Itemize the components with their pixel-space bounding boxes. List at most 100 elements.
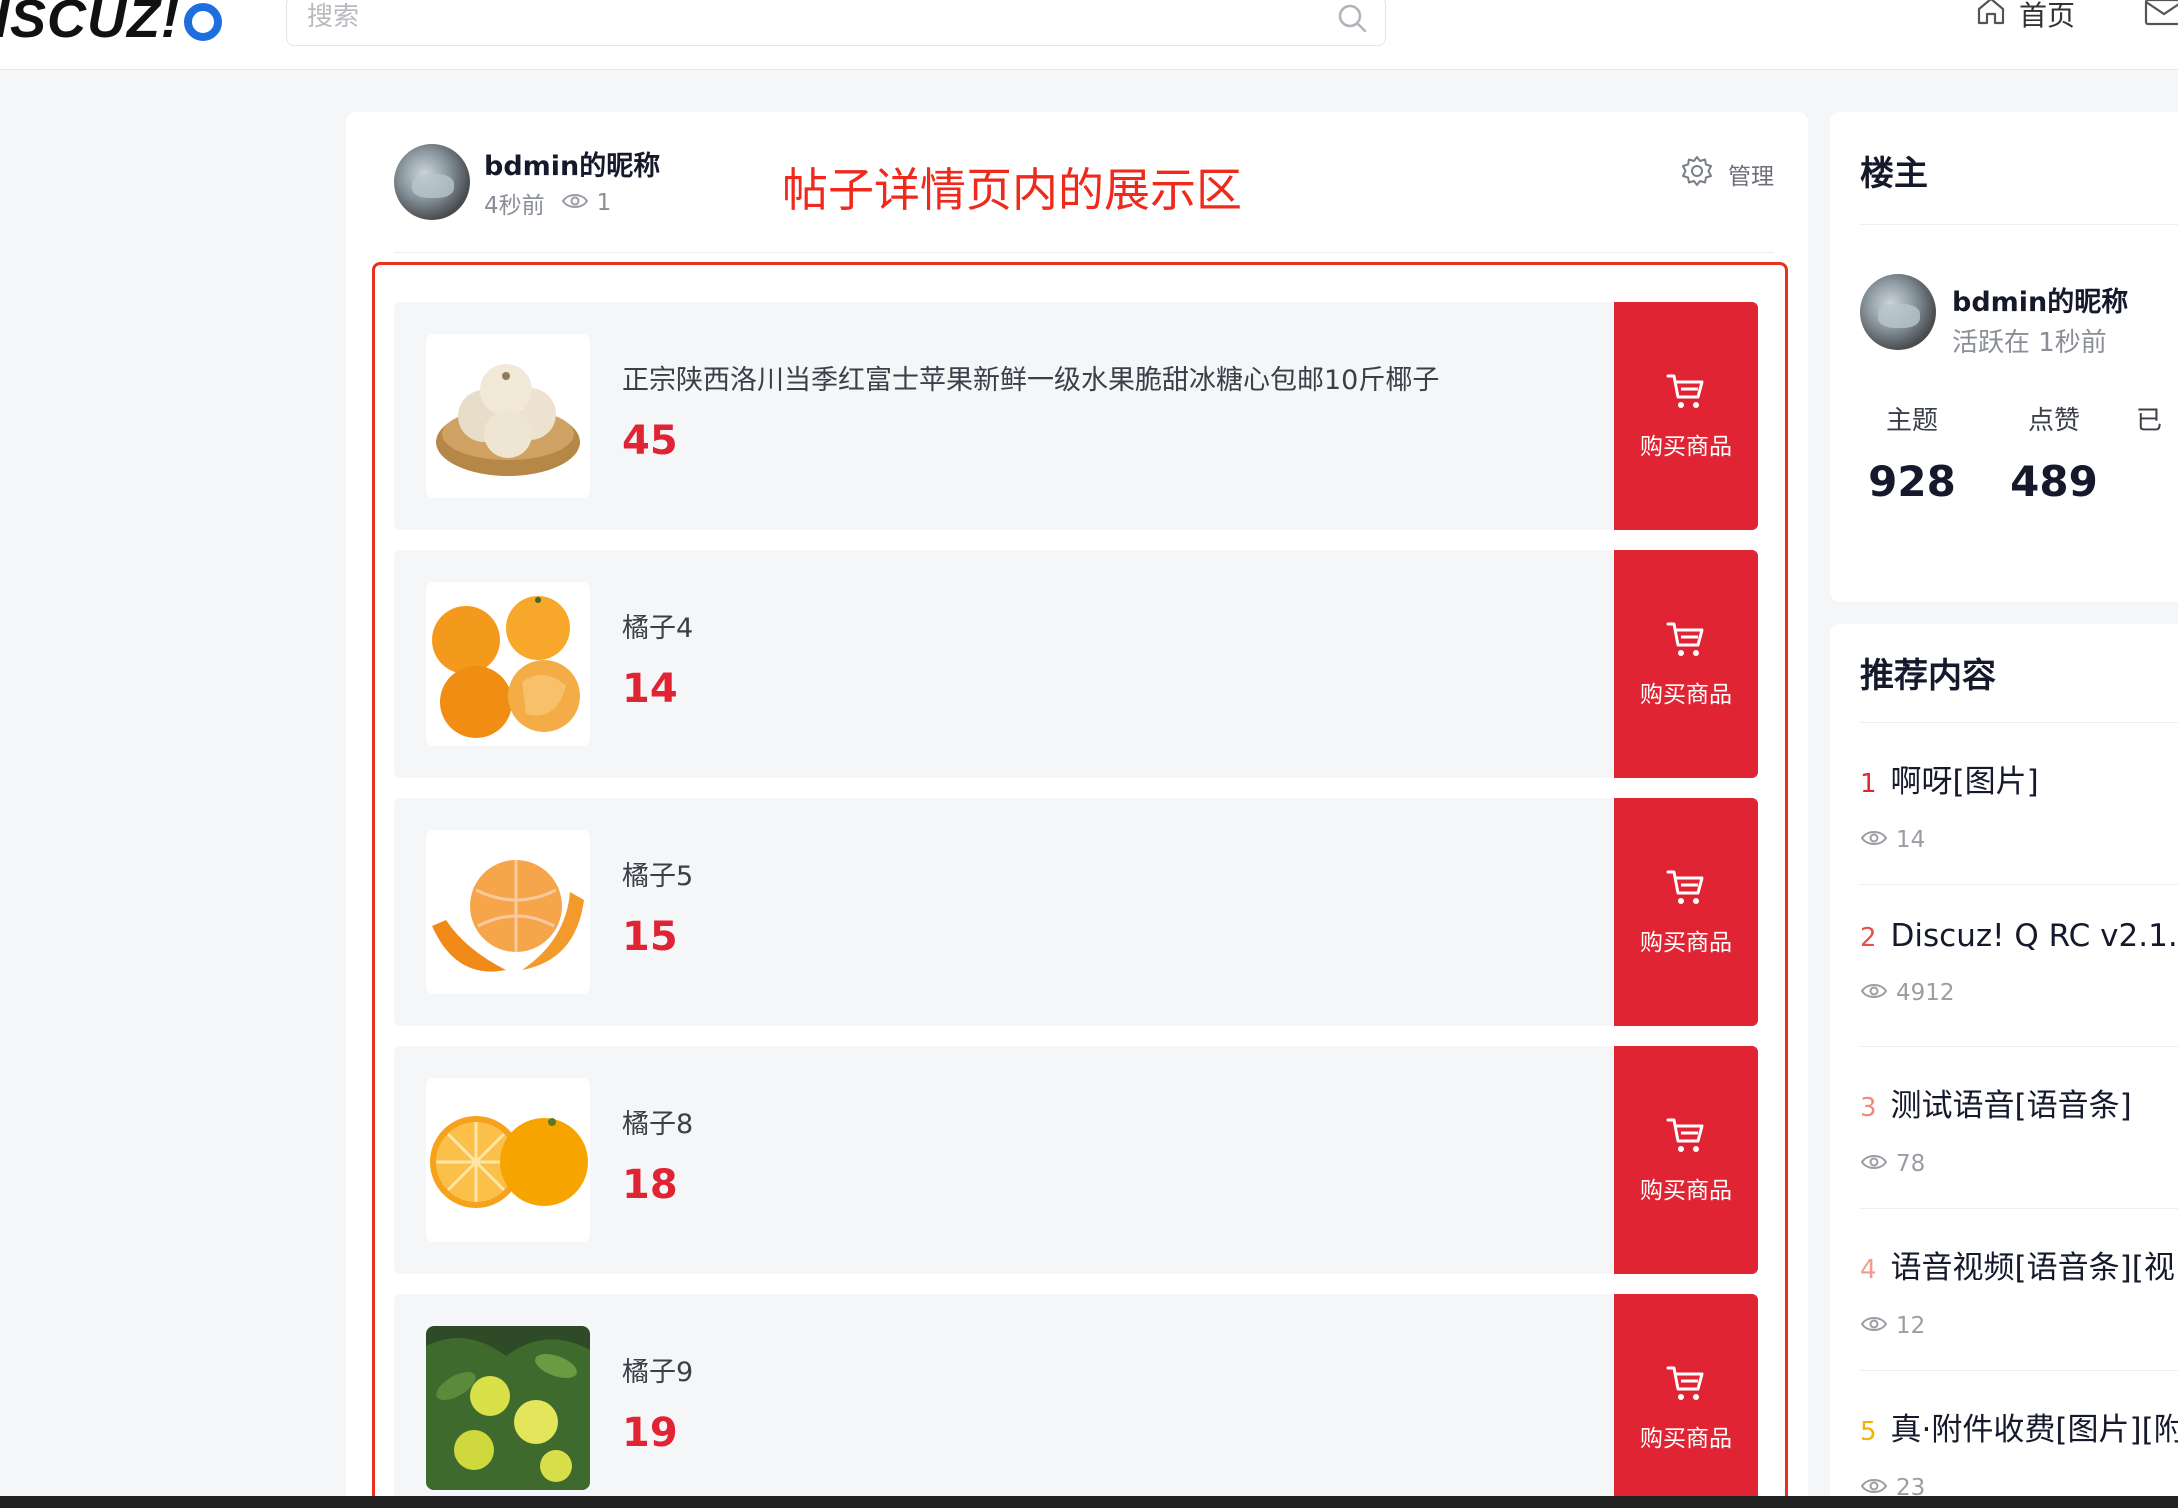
gear-icon <box>1680 154 1714 194</box>
buy-button[interactable]: 购买商品 <box>1614 798 1758 1026</box>
buy-button-label: 购买商品 <box>1640 930 1732 956</box>
stat-topics[interactable]: 主题 928 <box>1852 400 1972 506</box>
recommend-item[interactable]: 1 啊呀[图片] 14 <box>1860 756 2178 853</box>
owner-card-divider <box>1860 224 2178 225</box>
recommend-divider <box>1860 1208 2178 1209</box>
cart-icon <box>1665 1115 1707 1161</box>
product-title[interactable]: 正宗陕西洛川当季红富士苹果新鲜一级水果脆甜冰糖心包邮10斤椰子 <box>622 358 1439 397</box>
cart-icon <box>1665 371 1707 417</box>
recommend-title[interactable]: 啊呀[图片] <box>1891 756 2039 801</box>
logo-q-icon <box>183 3 222 41</box>
view-count-value: 1 <box>596 190 612 216</box>
eye-icon <box>1860 1313 1888 1339</box>
product-price: 45 <box>622 418 678 464</box>
recommend-item[interactable]: 2 Discuz! Q RC v2.1.2 4912 <box>1860 918 2178 1006</box>
owner-card-title: 楼主 <box>1860 154 1928 194</box>
rank-number: 3 <box>1860 1093 1877 1123</box>
search-input[interactable] <box>307 0 1307 37</box>
recommend-item[interactable]: 5 真·附件收费[图片][附 23 <box>1860 1404 2178 1501</box>
product-title[interactable]: 橘子8 <box>622 1102 693 1141</box>
recommend-divider <box>1860 722 2178 723</box>
owner-name[interactable]: bdmin的昵称 <box>1952 280 2128 319</box>
buy-button[interactable]: 购买商品 <box>1614 1046 1758 1274</box>
stat-likes[interactable]: 点赞 489 <box>1994 400 2114 506</box>
recommend-item[interactable]: 3 测试语音[语音条] 78 <box>1860 1080 2178 1177</box>
owner-active-status: 活跃在 1秒前 <box>1952 328 2107 358</box>
nav-home-label: 首页 <box>2019 0 2076 32</box>
buy-button[interactable]: 购买商品 <box>1614 1294 1758 1508</box>
eye-icon <box>1860 980 1888 1006</box>
post-header: bdmin的昵称 4秒前 1 帖子详情页内的展示区 管理 <box>394 142 1774 252</box>
product-image-coconut[interactable] <box>426 334 590 498</box>
stat-value: 928 <box>1868 457 1956 506</box>
eye-icon <box>1860 827 1888 853</box>
search-box[interactable] <box>286 0 1386 46</box>
mail-icon[interactable] <box>2144 0 2178 32</box>
manage-button[interactable]: 管理 <box>1680 154 1774 194</box>
product-card[interactable]: 橘子8 18 购买商品 <box>394 1046 1758 1274</box>
bottom-taskbar-strip <box>0 1496 2178 1508</box>
product-image-peeled-tangerine[interactable] <box>426 830 590 994</box>
product-title[interactable]: 橘子4 <box>622 606 693 645</box>
recommend-divider <box>1860 1370 2178 1371</box>
product-card[interactable]: 正宗陕西洛川当季红富士苹果新鲜一级水果脆甜冰糖心包邮10斤椰子 45 购买商品 <box>394 302 1758 530</box>
stat-label: 点赞 <box>2027 406 2080 436</box>
cart-icon <box>1665 1363 1707 1409</box>
recommend-views: 14 <box>1896 827 1926 853</box>
author-name[interactable]: bdmin的昵称 <box>484 144 660 183</box>
recommend-card: 推荐内容 1 啊呀[图片] 14 2 Discuz! Q RC v2.1.2 491… <box>1830 624 2178 1508</box>
view-count: 1 <box>561 190 612 216</box>
recommend-divider <box>1860 1046 2178 1047</box>
post-detail-card: bdmin的昵称 4秒前 1 帖子详情页内的展示区 管理 正宗陕西洛川当季红富士… <box>346 112 1808 1508</box>
recommend-item[interactable]: 4 语音视频[语音条][视 12 <box>1860 1242 2178 1339</box>
product-price: 15 <box>622 914 678 960</box>
post-time: 4秒前 <box>484 193 545 219</box>
buy-button[interactable]: 购买商品 <box>1614 302 1758 530</box>
product-card[interactable]: 橘子9 19 购买商品 <box>394 1294 1758 1508</box>
owner-avatar[interactable] <box>1860 274 1936 350</box>
top-bar: ISCUZ! 首页 <box>0 0 2178 70</box>
stat-label: 主题 <box>1885 406 1938 436</box>
recommend-title[interactable]: 真·附件收费[图片][附 <box>1891 1404 2178 1449</box>
manage-label: 管理 <box>1728 164 1774 190</box>
search-icon[interactable] <box>1335 1 1371 41</box>
buy-button-label: 购买商品 <box>1640 1178 1732 1204</box>
recommend-title[interactable]: Discuz! Q RC v2.1.2 <box>1891 918 2178 954</box>
buy-button-label: 购买商品 <box>1640 682 1732 708</box>
owner-card: 楼主 bdmin的昵称 活跃在 1秒前 主题 928 点赞 489 已 <box>1830 112 2178 602</box>
product-price: 18 <box>622 1162 678 1208</box>
product-title[interactable]: 橘子9 <box>622 1350 693 1389</box>
rank-number: 1 <box>1860 769 1877 799</box>
discuz-logo[interactable]: ISCUZ! <box>0 0 222 50</box>
recommend-views: 78 <box>1896 1151 1926 1177</box>
buy-button[interactable]: 购买商品 <box>1614 550 1758 778</box>
post-meta: 4秒前 1 <box>484 186 611 220</box>
recommend-title[interactable]: 测试语音[语音条] <box>1891 1080 2132 1125</box>
buy-button-label: 购买商品 <box>1640 434 1732 460</box>
cart-icon <box>1665 867 1707 913</box>
product-price: 19 <box>622 1410 678 1456</box>
product-card[interactable]: 橘子4 14 购买商品 <box>394 550 1758 778</box>
buy-button-label: 购买商品 <box>1640 1426 1732 1452</box>
product-image-orange-halves[interactable] <box>426 1078 590 1242</box>
nav-home-link[interactable]: 首页 <box>1975 0 2075 34</box>
product-image-tangerines[interactable] <box>426 582 590 746</box>
home-icon <box>1975 0 2007 34</box>
recommend-views: 12 <box>1896 1313 1926 1339</box>
product-price: 14 <box>622 666 678 712</box>
eye-icon <box>561 190 589 216</box>
recommend-views: 4912 <box>1896 980 1955 1006</box>
recommend-title[interactable]: 语音视频[语音条][视 <box>1891 1242 2175 1287</box>
cart-icon <box>1665 619 1707 665</box>
product-title[interactable]: 橘子5 <box>622 854 693 893</box>
stat-third[interactable]: 已 <box>2136 400 2178 437</box>
author-avatar[interactable] <box>394 144 470 220</box>
stat-value: 489 <box>2010 457 2098 506</box>
recommend-card-title: 推荐内容 <box>1860 656 1996 696</box>
rank-number: 2 <box>1860 923 1877 953</box>
product-image-orange-tree[interactable] <box>426 1326 590 1490</box>
annotation-label: 帖子详情页内的展示区 <box>782 163 1242 217</box>
product-card[interactable]: 橘子5 15 购买商品 <box>394 798 1758 1026</box>
header-divider <box>394 252 1774 253</box>
rank-number: 4 <box>1860 1255 1877 1285</box>
